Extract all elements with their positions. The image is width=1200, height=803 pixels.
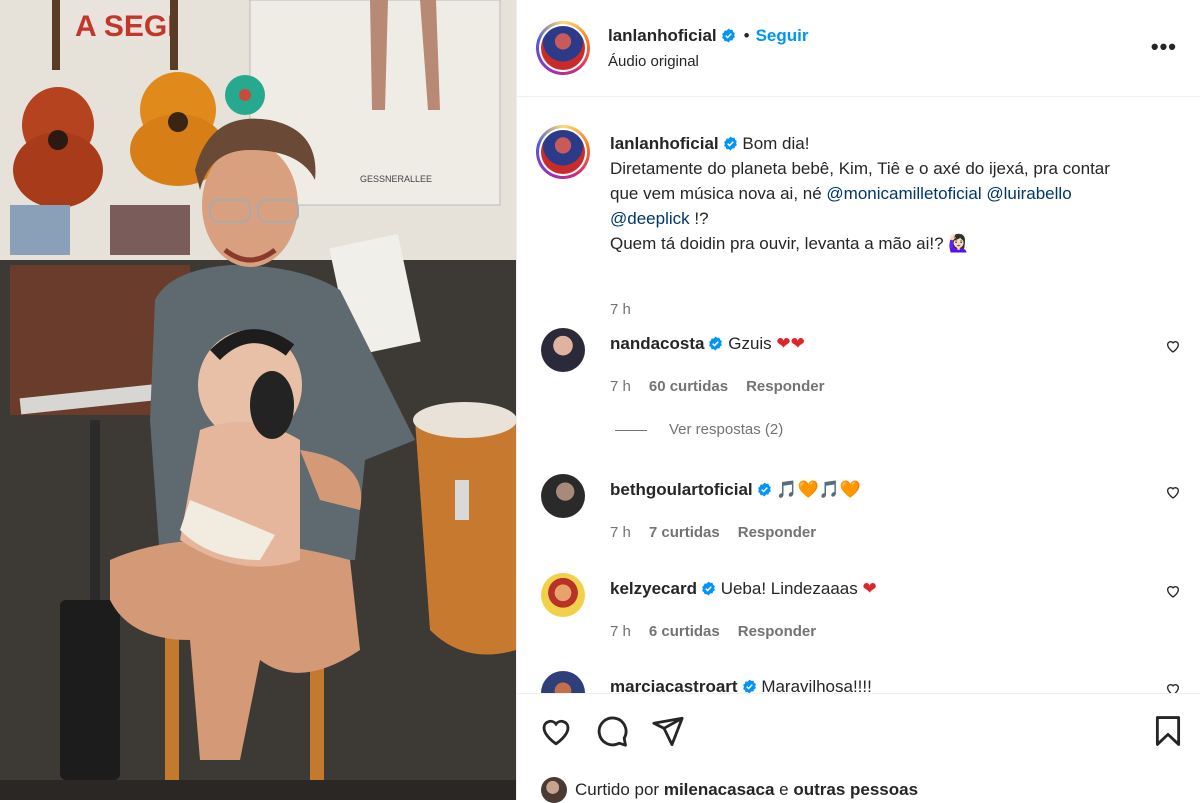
heart-icon[interactable] — [539, 714, 573, 748]
comment-username[interactable]: marciacastroart — [610, 677, 738, 693]
author-username[interactable]: lanlanhoficial — [608, 26, 717, 45]
comment-likes[interactable]: 7 curtidas — [649, 524, 720, 541]
comment-emoji: 🎵🧡🎵🧡 — [776, 480, 862, 499]
reply-button[interactable]: Responder — [738, 623, 816, 640]
comment-text-line: nandacosta Gzuis ❤❤ — [610, 334, 805, 354]
comment-item: nandacosta Gzuis ❤❤ 7 h 60 curtidas Respon… — [541, 328, 1181, 408]
comment-item: kelzyecard Ueba! Lindezaaas ❤ 7 h 6 curti… — [541, 573, 1181, 653]
comment-avatar[interactable] — [541, 573, 585, 617]
comment-meta: 7 h 6 curtidas Responder — [610, 623, 834, 640]
comment-time[interactable]: 7 h — [610, 623, 631, 640]
comment-text: Gzuis — [728, 334, 772, 353]
heart-icon[interactable] — [1165, 583, 1181, 599]
verified-badge-icon — [757, 482, 771, 497]
caption-line-5: Quem tá doidin pra ouvir, levanta a mão … — [610, 234, 970, 253]
comment-username[interactable]: bethgoulartoficial — [610, 480, 753, 499]
heart-icon[interactable] — [1165, 484, 1181, 500]
mention-link[interactable]: @monicamilletoficial — [826, 184, 981, 203]
comment-item: bethgoulartoficial 🎵🧡🎵🧡 7 h 7 curtidas Res… — [541, 474, 1181, 554]
author-line: lanlanhoficial • Seguir — [608, 26, 809, 46]
liked-by: Curtido por milenacasaca e outras pessoa… — [541, 777, 918, 803]
audio-label[interactable]: Áudio original — [608, 53, 699, 70]
comment-avatar[interactable] — [541, 671, 585, 693]
comment-text: Ueba! Lindezaaas — [720, 579, 858, 598]
separator-dot: • — [743, 26, 750, 45]
verified-badge-icon — [709, 336, 723, 351]
post-photo: GESSNERALLEE A SEGI — [0, 0, 516, 800]
svg-text:A SEGI: A SEGI — [75, 10, 176, 43]
more-options-icon[interactable]: ••• — [1151, 34, 1177, 60]
caption-line-2: Diretamente do planeta bebê, Kim, Tiê e … — [610, 159, 1110, 178]
comment-icon[interactable] — [595, 714, 629, 748]
post-actions: Curtido por milenacasaca e outras pessoa… — [517, 693, 1200, 803]
comment-avatar[interactable] — [541, 328, 585, 372]
svg-text:GESSNERALLEE: GESSNERALLEE — [360, 174, 432, 184]
comment-item: marciacastroart Maravilhosa!!!! — [541, 671, 1181, 693]
verified-badge-icon — [742, 679, 756, 693]
comment-emoji: ❤ — [862, 579, 877, 598]
verified-badge-icon — [723, 136, 737, 151]
author-avatar[interactable] — [536, 21, 590, 75]
heart-icon[interactable] — [1165, 338, 1181, 354]
comment-meta: 7 h 7 curtidas Responder — [610, 524, 834, 541]
comment-likes[interactable]: 60 curtidas — [649, 378, 728, 395]
liked-by-others[interactable]: outras pessoas — [793, 780, 918, 799]
bookmark-icon[interactable] — [1151, 714, 1185, 748]
view-replies-button[interactable]: Ver respostas (2) — [615, 421, 783, 438]
caption-timestamp[interactable]: 7 h — [610, 301, 631, 318]
liker-username[interactable]: milenacasaca — [664, 780, 775, 799]
post-media[interactable]: GESSNERALLEE A SEGI — [0, 0, 516, 800]
comment-time[interactable]: 7 h — [610, 378, 631, 395]
caption-username[interactable]: lanlanhoficial — [610, 134, 719, 153]
comment-text-line: bethgoulartoficial 🎵🧡🎵🧡 — [610, 480, 861, 500]
caption-line-1: Bom dia! — [742, 134, 810, 153]
post-details-panel: lanlanhoficial • Seguir Áudio original •••… — [516, 0, 1200, 803]
comment-likes[interactable]: 6 curtidas — [649, 623, 720, 640]
post-header: lanlanhoficial • Seguir Áudio original ••• — [517, 0, 1200, 97]
caption-avatar[interactable] — [536, 125, 590, 179]
verified-badge-icon — [721, 28, 735, 43]
caption-line-4: !? — [689, 209, 709, 228]
comment-username[interactable]: kelzyecard — [610, 579, 697, 598]
verified-badge-icon — [702, 581, 715, 596]
reply-button[interactable]: Responder — [746, 378, 824, 395]
comment-text-line: marciacastroart Maravilhosa!!!! — [610, 677, 872, 693]
comment-username[interactable]: nandacosta — [610, 334, 704, 353]
caption-text: lanlanhoficial Bom dia! Diretamente do p… — [610, 131, 1170, 256]
liked-by-middle: e — [774, 780, 794, 799]
comment-text-line: kelzyecard Ueba! Lindezaaas ❤ — [610, 579, 877, 599]
mention-link[interactable]: @deeplick — [610, 209, 690, 228]
caption-line-3: que vem música nova ai, né — [610, 184, 827, 203]
share-icon[interactable] — [651, 714, 685, 748]
follow-button[interactable]: Seguir — [756, 26, 809, 45]
liked-by-prefix: Curtido por — [575, 780, 664, 799]
comments-area[interactable]: lanlanhoficial Bom dia! Diretamente do p… — [517, 97, 1200, 693]
heart-icon[interactable] — [1165, 681, 1181, 693]
reply-button[interactable]: Responder — [738, 524, 816, 541]
comment-emoji: ❤❤ — [776, 334, 805, 353]
comment-avatar[interactable] — [541, 474, 585, 518]
comment-meta: 7 h 60 curtidas Responder — [610, 378, 842, 395]
liker-avatar[interactable] — [541, 777, 567, 803]
comment-time[interactable]: 7 h — [610, 524, 631, 541]
mention-link[interactable]: @luirabello — [986, 184, 1071, 203]
comment-text: Maravilhosa!!!! — [761, 677, 872, 693]
